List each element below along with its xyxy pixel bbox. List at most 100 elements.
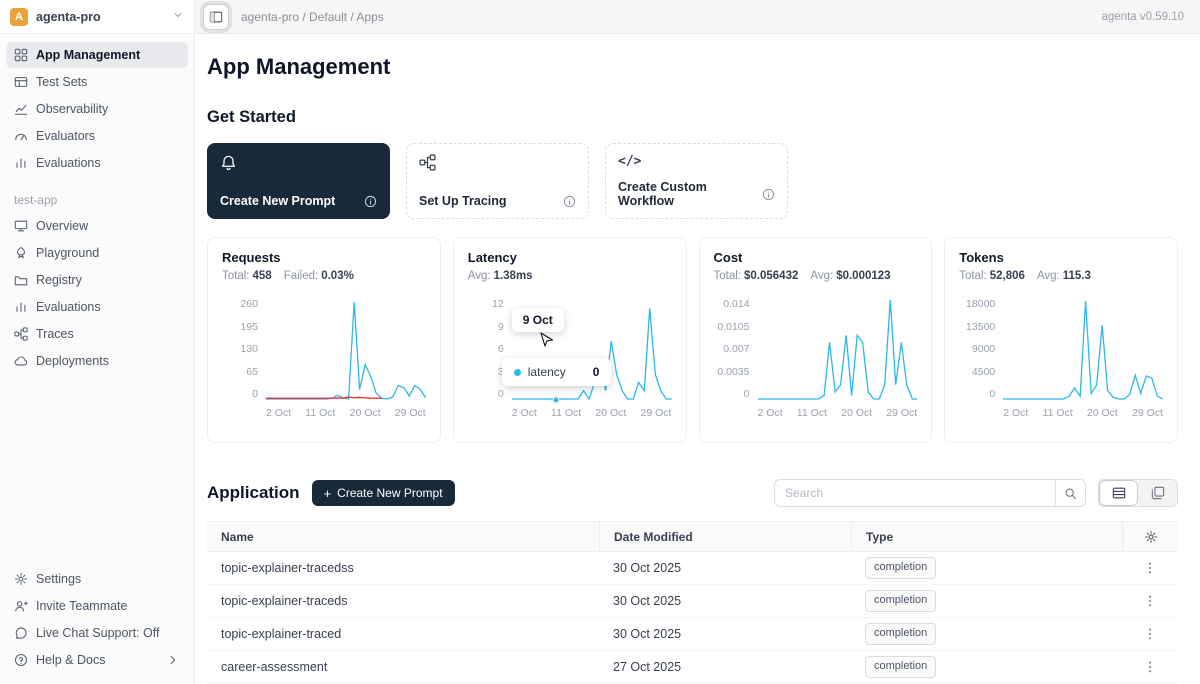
stat-card-tokens: TokensTotal:52,806Avg:115.31800013500900… [944,237,1178,443]
tree-icon [14,327,28,341]
stat-subtitle: Total:458Failed:0.03% [222,270,426,282]
sidebar-item-observability[interactable]: Observability [6,96,188,122]
app-name: topic-explainer-traced [221,627,341,641]
stats-row: RequestsTotal:458Failed:0.03%26019513065… [207,237,1178,443]
y-axis-labels: 129630 [468,298,504,400]
search-button[interactable] [1055,480,1085,506]
chart-tooltip-date: 9 Oct [512,308,564,332]
workspace-avatar: A [10,8,28,26]
info-icon[interactable] [762,188,775,201]
y-axis-labels: 1800013500900045000 [959,298,995,400]
sidebar-item-playground[interactable]: Playground [6,240,188,266]
sidebar-toggle-button[interactable] [203,4,229,30]
card-view-button[interactable] [1138,480,1177,506]
line-chart[interactable] [266,298,426,400]
chart-marker-dot [552,397,559,404]
date-modified: 27 Oct 2025 [613,660,681,674]
tree-icon [419,154,576,171]
sidebar-item-settings[interactable]: Settings [6,566,188,592]
cloud-icon [14,354,28,368]
code-icon: </> [618,154,775,169]
rocket-icon [14,246,28,260]
x-axis-labels: 2 Oct11 Oct20 Oct29 Oct [1003,407,1163,419]
table-view-button[interactable] [1099,480,1138,506]
gear-icon[interactable] [1144,530,1158,544]
sidebar-item-deployments[interactable]: Deployments [6,348,188,374]
grid-icon [14,48,28,62]
get-started-heading: Get Started [207,108,1178,127]
chevron-right-icon [166,653,180,667]
chart-line-icon [14,102,28,116]
date-modified: 30 Oct 2025 [613,561,681,575]
sidebar-item-evaluations[interactable]: Evaluations [6,150,188,176]
sidebar-item-evaluations[interactable]: Evaluations [6,294,188,320]
app-name: career-assessment [221,660,327,674]
line-chart[interactable] [1003,298,1163,400]
sidebar-item-registry[interactable]: Registry [6,267,188,293]
chat-icon [14,626,28,640]
chart-area[interactable]: 260195130650 [222,298,426,400]
table-row[interactable]: topic-explainer-tracedss30 Oct 2025compl… [207,552,1178,585]
breadcrumb[interactable]: agenta-pro / Default / Apps [241,10,384,24]
code-icon: </> [618,154,641,169]
sidebar-item-app-management[interactable]: App Management [6,42,188,68]
table-row[interactable]: topic-explainer-traceds30 Oct 2025comple… [207,585,1178,618]
x-axis-labels: 2 Oct11 Oct20 Oct29 Oct [512,407,672,419]
user-plus-icon [14,599,28,613]
sidebar-item-overview[interactable]: Overview [6,213,188,239]
chevron-down-icon [172,8,184,26]
sidebar-item-evaluators[interactable]: Evaluators [6,123,188,149]
type-badge: completion [865,590,936,611]
type-badge: completion [865,656,936,677]
sidebar-app-nav: OverviewPlaygroundRegistryEvaluationsTra… [0,213,194,375]
type-badge: completion [865,623,936,644]
chart-area[interactable]: 0.0140.01050.0070.00350 [714,298,918,400]
sidebar-app-section-label: test-app [0,177,194,213]
workspace-selector[interactable]: A agenta-pro [0,0,194,34]
y-axis-labels: 0.0140.01050.0070.00350 [714,298,750,400]
get-started-card-create-new-prompt[interactable]: Create New Prompt [207,143,390,219]
folder-icon [14,273,28,287]
search-icon [1064,487,1077,500]
table-icon [14,75,28,89]
stat-card-cost: CostTotal:$0.056432Avg:$0.0001230.0140.0… [699,237,933,443]
sidebar-item-help-docs[interactable]: Help & Docs [6,647,188,673]
column-header-type[interactable]: Type [851,522,1122,551]
create-new-prompt-button[interactable]: + Create New Prompt [312,480,455,506]
table-settings-cell [1122,522,1178,551]
application-toolbar: Application + Create New Prompt [207,479,1178,507]
sidebar-item-test-sets[interactable]: Test Sets [6,69,188,95]
sidebar-main-nav: App ManagementTest SetsObservabilityEval… [0,34,194,177]
column-header-date-modified[interactable]: Date Modified [599,522,851,551]
get-started-cards: Create New PromptSet Up Tracing</>Create… [207,143,1178,219]
sidebar-item-live-chat-support-off[interactable]: Live Chat Support: Off [6,620,188,646]
series-dot [514,369,521,376]
table-row[interactable]: topic-explainer-traced 30 Oct 2025 complet… [207,618,1178,651]
line-chart[interactable] [758,298,918,400]
column-header-name[interactable]: Name [207,522,599,551]
sidebar-item-invite-teammate[interactable]: Invite Teammate [6,593,188,619]
row-menu-button[interactable] [1143,627,1157,641]
sidebar-item-traces[interactable]: Traces [6,321,188,347]
chart-tooltip-series: latency0 [502,358,612,386]
info-icon[interactable] [563,195,576,208]
card-view-icon [1151,486,1165,500]
info-icon[interactable] [364,195,377,208]
workspace-name: agenta-pro [36,10,164,24]
chart-area[interactable]: 1800013500900045000 [959,298,1163,400]
table-view-icon [1112,486,1126,500]
page-title: App Management [207,54,1178,80]
row-menu-button[interactable] [1143,594,1157,608]
search-input[interactable] [775,486,1055,500]
get-started-card-set-up-tracing[interactable]: Set Up Tracing [406,143,589,219]
app-name: topic-explainer-tracedss [221,561,354,575]
bell-icon [220,154,377,171]
stat-subtitle: Total:52,806Avg:115.3 [959,270,1163,282]
date-modified: 30 Oct 2025 [613,627,681,641]
row-menu-button[interactable] [1143,561,1157,575]
get-started-card-create-custom-workflow[interactable]: </>Create Custom Workflow [605,143,788,219]
row-menu-button[interactable] [1143,660,1157,674]
table-row[interactable]: career-assessment 27 Oct 2025 completion [207,651,1178,684]
question-icon [14,653,28,667]
table-body: topic-explainer-tracedss 30 Oct 2025 compl… [207,552,1178,684]
